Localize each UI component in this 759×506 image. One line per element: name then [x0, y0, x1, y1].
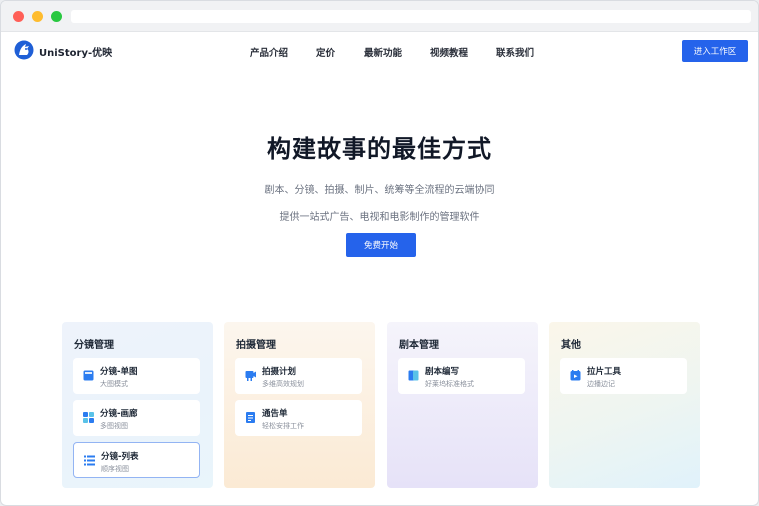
script-writing-item[interactable]: 剧本编写 好莱坞标准格式	[398, 358, 525, 394]
hero-subtitle-2: 提供一站式广告、电视和电影制作的管理软件	[279, 212, 480, 223]
card-title: 剧本管理	[399, 340, 439, 351]
card-title: 其他	[561, 340, 581, 351]
item-title: 拍摄计划	[262, 367, 297, 377]
script-card: 剧本管理 剧本编写 好莱坞标准格式	[387, 322, 538, 488]
storyboard-list-item[interactable]: 分镜-列表 顺序视图	[73, 442, 200, 478]
item-title: 剧本编写	[425, 367, 460, 377]
call-sheet-item[interactable]: 通告单 轻松安排工作	[235, 400, 362, 436]
hero-title: 构建故事的最佳方式	[267, 135, 492, 163]
camera-plan-icon	[245, 371, 256, 381]
call-sheet-icon	[246, 412, 255, 423]
start-free-button[interactable]: 免费开始	[346, 233, 416, 257]
browser-titlebar	[1, 1, 758, 32]
card-title: 分镜管理	[74, 340, 114, 351]
single-image-icon	[83, 370, 94, 381]
item-subtitle: 轻松安排工作	[262, 422, 304, 430]
film-analysis-icon	[570, 370, 581, 381]
storyboard-card: 分镜管理 分镜-单图 大图模式 分镜-画廊 多图视图 分镜-列表 顺序视图	[62, 322, 213, 488]
item-title: 分镜-列表	[101, 452, 139, 462]
nav-item-pricing[interactable]: 定价	[316, 45, 335, 59]
close-window-button[interactable]	[13, 11, 24, 22]
item-subtitle: 边播边记	[587, 380, 615, 388]
shooting-card: 拍摄管理 拍摄计划 多维高效规划 通告单 轻松安排工作	[224, 322, 375, 488]
item-subtitle: 好莱坞标准格式	[425, 380, 474, 388]
address-bar[interactable]	[71, 10, 751, 23]
item-title: 分镜-单图	[100, 367, 138, 377]
card-title: 拍摄管理	[236, 340, 276, 351]
brand-name[interactable]: UniStory-优映	[39, 44, 112, 59]
item-title: 分镜-画廊	[100, 409, 138, 419]
hero-subtitle-1: 剧本、分镜、拍摄、制片、统筹等全流程的云端协同	[264, 185, 495, 196]
item-subtitle: 大图模式	[100, 380, 128, 388]
list-icon	[84, 455, 95, 466]
nav-item-video-tutorials[interactable]: 视频教程	[430, 45, 468, 59]
nav-item-contact[interactable]: 联系我们	[496, 45, 534, 59]
storyboard-gallery-item[interactable]: 分镜-画廊 多图视图	[73, 400, 200, 436]
enter-workspace-button[interactable]: 进入工作区	[682, 40, 748, 62]
item-title: 拉片工具	[587, 367, 622, 377]
minimize-window-button[interactable]	[32, 11, 43, 22]
shooting-plan-item[interactable]: 拍摄计划 多维高效规划	[235, 358, 362, 394]
item-subtitle: 多图视图	[100, 422, 128, 430]
item-subtitle: 顺序视图	[101, 465, 129, 473]
maximize-window-button[interactable]	[51, 11, 62, 22]
storyboard-single-item[interactable]: 分镜-单图 大图模式	[73, 358, 200, 394]
item-title: 通告单	[262, 409, 288, 419]
nav-item-product[interactable]: 产品介绍	[250, 45, 288, 59]
unistory-logo-icon[interactable]	[14, 40, 34, 60]
browser-window: UniStory-优映 产品介绍 定价 最新功能 视频教程 联系我们 进入工作区…	[0, 0, 759, 506]
nav-item-new-features[interactable]: 最新功能	[364, 45, 402, 59]
item-subtitle: 多维高效规划	[262, 380, 304, 388]
gallery-grid-icon	[83, 412, 94, 423]
film-analysis-item[interactable]: 拉片工具 边播边记	[560, 358, 687, 394]
other-card: 其他 拉片工具 边播边记	[549, 322, 700, 488]
script-book-icon	[408, 370, 419, 381]
top-nav: UniStory-优映 产品介绍 定价 最新功能 视频教程 联系我们	[1, 33, 758, 69]
